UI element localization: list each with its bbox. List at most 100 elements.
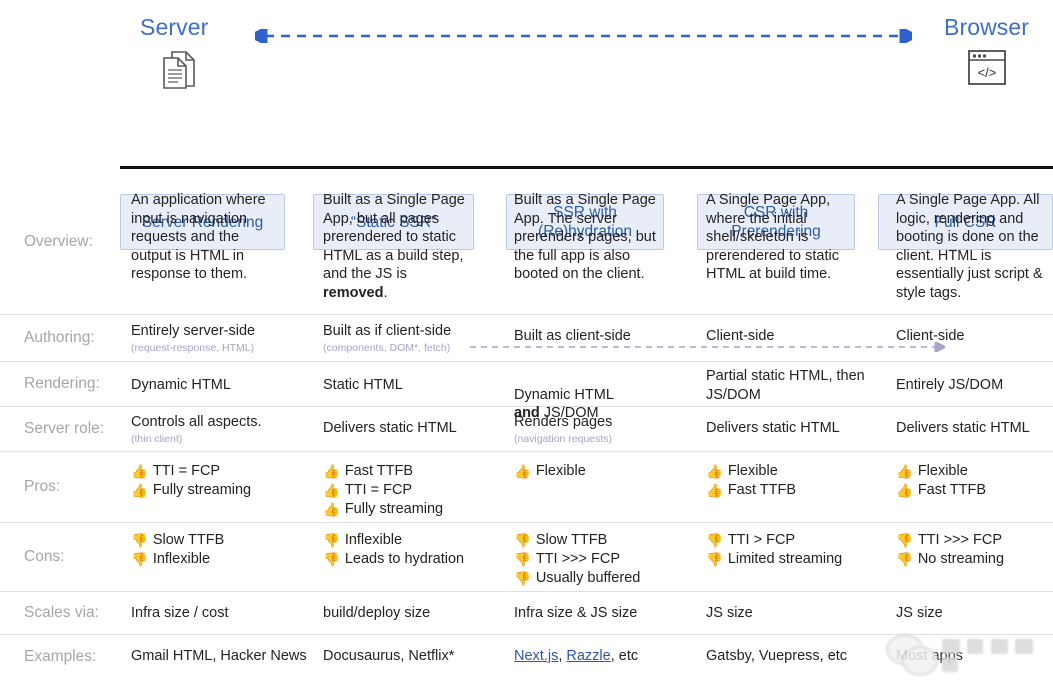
cell-text: Delivers static HTML (896, 420, 1030, 436)
browser-endpoint-label: Browser (944, 14, 1030, 40)
thumbs-up-icon: 👍 (896, 464, 913, 479)
list-item-label: TTI > FCP (727, 532, 796, 548)
thumbs-down-icon: 👎 (514, 552, 531, 567)
list-item: 👎 TTI > FCP (706, 531, 891, 550)
cell-subtext: (request-response, HTML) (131, 341, 255, 354)
list-item: 👎 Slow TTFB (514, 531, 699, 550)
cell-scales-server-rendering: Infra size / cost (131, 604, 316, 623)
table-row-cons: Cons: 👎 Slow TTFB 👎 Inflexible 👎 Inflexible 👎… (0, 523, 1053, 592)
cell-subtext: (thin client) (131, 432, 183, 445)
list-item: 👎 Inflexible (323, 531, 508, 550)
thumbs-up-icon: 👍 (323, 483, 340, 498)
cell-scales-ssr-rehydration: Infra size & JS size (514, 604, 699, 623)
cell-examples-csr-prerendering: Gatsby, Vuepress, etc (706, 647, 906, 666)
cell-authoring-static-ssr: Built as if client-side (components, DOM… (323, 322, 498, 355)
list-item-label: Limited streaming (727, 551, 843, 567)
cell-scales-full-csr: JS size (896, 604, 1053, 623)
list-item: 👍 Fast TTFB (323, 462, 508, 481)
table-row-pros: Pros: 👍 TTI = FCP 👍 Fully streaming 👍 Fast T… (0, 452, 1053, 523)
svg-text:</>: </> (978, 65, 997, 80)
cell-text: An application where input is navigation… (131, 192, 266, 282)
thumbs-up-icon: 👍 (706, 483, 723, 498)
cell-text: Built as if client-side (323, 323, 452, 339)
cell-server-role-server-rendering: Controls all aspects. (thin client) (131, 413, 316, 446)
list-item: 👍 Fast TTFB (706, 481, 891, 500)
row-label-examples: Examples: (24, 648, 97, 665)
cell-text: Static HTML (323, 377, 403, 393)
thumbs-down-icon: 👎 (323, 533, 340, 548)
list-item: 👎 Inflexible (131, 550, 316, 569)
table-row-scales-via: Scales via: Infra size / cost build/depl… (0, 592, 1053, 635)
thumbs-down-icon: 👎 (131, 533, 148, 548)
cell-server-role-static-ssr: Delivers static HTML (323, 419, 508, 438)
cell-pros-static-ssr: 👍 Fast TTFB 👍 TTI = FCP 👍 Fully streaming (323, 462, 508, 519)
list-item: 👍 Fully streaming (131, 481, 316, 500)
thumbs-down-icon: 👎 (706, 552, 723, 567)
cell-text: Most apps (896, 648, 963, 664)
cell-subtext: (navigation requests) (514, 432, 613, 445)
cell-authoring-server-rendering: Entirely server-side (request-response, … (131, 322, 306, 355)
cell-text: Docusaurus, Netflix* (323, 648, 455, 664)
cell-text: Delivers static HTML (706, 420, 840, 436)
list-item-label: Fast TTFB (344, 463, 414, 479)
cell-text: Infra size / cost (131, 605, 229, 621)
cell-pros-server-rendering: 👍 TTI = FCP 👍 Fully streaming (131, 462, 316, 500)
cell-authoring-ssr-rehydration: Built as client-side (514, 327, 689, 346)
thumbs-up-icon: 👍 (131, 483, 148, 498)
row-label-server-role: Server role: (24, 420, 105, 437)
cell-overview-server-rendering: An application where input is navigation… (131, 191, 271, 284)
comparison-grid: Overview: An application where input is … (0, 169, 1053, 679)
cell-scales-static-ssr: build/deploy size (323, 604, 508, 623)
row-label-authoring: Authoring: (24, 329, 95, 346)
list-item-label: Usually buffered (535, 570, 641, 586)
cell-cons-csr-prerendering: 👎 TTI > FCP 👎 Limited streaming (706, 531, 891, 569)
cell-text: Dynamic HTML (514, 386, 614, 403)
list-item-label: TTI = FCP (152, 463, 221, 479)
cell-text: Delivers static HTML (323, 420, 457, 436)
cell-examples-server-rendering: Gmail HTML, Hacker News (131, 647, 331, 666)
list-item-label: TTI = FCP (344, 482, 413, 498)
list-item: 👍 Flexible (514, 462, 699, 481)
cell-overview-static-ssr: Built as a Single Page App, but all page… (323, 191, 473, 302)
cell-text: Client-side (706, 328, 775, 344)
cell-examples-ssr-rehydration: Next.js, Razzle, etc (514, 647, 714, 666)
thumbs-down-icon: 👎 (514, 571, 531, 586)
cell-text: Partial static HTML, then JS/DOM (706, 368, 865, 403)
list-item: 👍 Fully streaming (323, 500, 508, 519)
cell-text: Client-side (896, 328, 965, 344)
list-item: 👍 TTI = FCP (323, 481, 508, 500)
cell-overview-full-csr: A Single Page App. All logic, rendering … (896, 191, 1046, 302)
cell-pros-ssr-rehydration: 👍 Flexible (514, 462, 699, 481)
link-razzle[interactable]: Razzle (566, 648, 610, 664)
list-item-label: Fast TTFB (917, 482, 987, 498)
row-label-cons: Cons: (24, 548, 65, 565)
cell-text: Built as a Single Page App. The server p… (514, 192, 656, 282)
list-item: 👎 Usually buffered (514, 569, 699, 588)
list-item-label: Slow TTFB (535, 532, 608, 548)
cell-text: JS size (896, 605, 943, 621)
cell-subtext: (components, DOM*, fetch) (323, 341, 451, 354)
documents-icon (160, 48, 200, 97)
cell-cons-full-csr: 👎 TTI >>> FCP 👎 No streaming (896, 531, 1053, 569)
thumbs-up-icon: 👍 (323, 502, 340, 517)
cell-text: Dynamic HTML (131, 377, 231, 393)
list-item-label: Flexible (727, 463, 778, 479)
thumbs-up-icon: 👍 (706, 464, 723, 479)
thumbs-up-icon: 👍 (514, 464, 531, 479)
thumbs-down-icon: 👎 (706, 533, 723, 548)
cell-text: Controls all aspects. (131, 414, 262, 430)
cell-overview-ssr-rehydration: Built as a Single Page App. The server p… (514, 191, 659, 284)
list-item: 👎 No streaming (896, 550, 1053, 569)
list-item-label: Flexible (917, 463, 968, 479)
thumbs-down-icon: 👎 (896, 552, 913, 567)
cell-text: Built as a Single Page App, but all page… (323, 192, 465, 282)
cell-text: Entirely server-side (131, 323, 256, 339)
cell-text: JS size (706, 605, 753, 621)
column-header-row: Server Rendering “Static SSR” SSR with (… (0, 95, 1053, 250)
link-nextjs[interactable]: Next.js (514, 648, 558, 664)
list-item-label: TTI >>> FCP (535, 551, 621, 567)
cell-authoring-full-csr: Client-side (896, 327, 1053, 346)
row-label-overview: Overview: (24, 232, 93, 250)
cell-pros-csr-prerendering: 👍 Flexible 👍 Fast TTFB (706, 462, 891, 500)
table-row-server-role: Server role: Controls all aspects. (thin… (0, 407, 1053, 452)
